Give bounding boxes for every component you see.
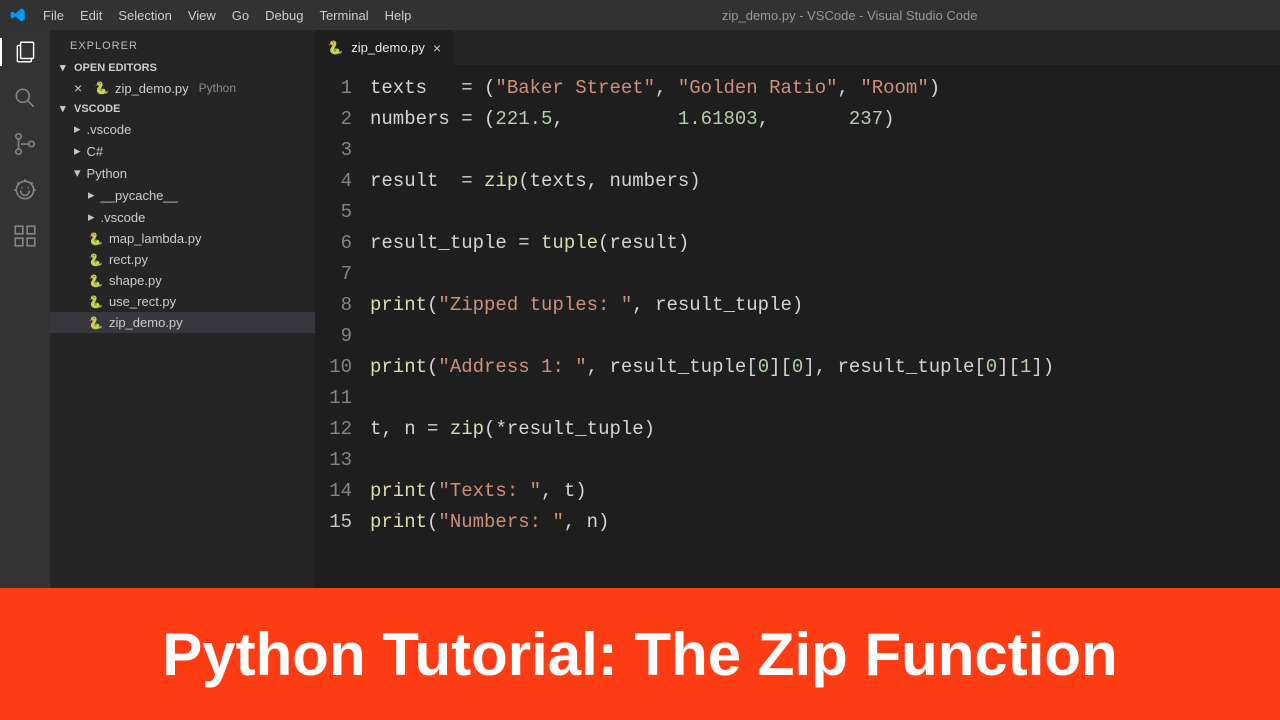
code-editor[interactable]: 1 2 3 4 5 6 7 8 9 10 11 12 13 14 15 text… <box>315 65 1280 588</box>
python-file-icon: 🐍 <box>327 40 343 56</box>
folder-vscode-sub[interactable]: ▸.vscode <box>50 206 315 228</box>
line-gutter: 1 2 3 4 5 6 7 8 9 10 11 12 13 14 15 <box>315 73 370 588</box>
main-area: EXPLORER ▾OPEN EDITORS × 🐍 zip_demo.py P… <box>0 30 1280 588</box>
banner-title: Python Tutorial: The Zip Function <box>162 620 1117 689</box>
file-use-rect[interactable]: 🐍use_rect.py <box>50 291 315 312</box>
menu-edit[interactable]: Edit <box>72 8 110 23</box>
code-content[interactable]: texts = ("Baker Street", "Golden Ratio",… <box>370 73 1280 588</box>
menu-bar: File Edit Selection View Go Debug Termin… <box>35 8 419 23</box>
menu-help[interactable]: Help <box>377 8 420 23</box>
explorer-icon[interactable] <box>0 38 50 66</box>
activity-bar <box>0 30 50 588</box>
extensions-icon[interactable] <box>11 222 39 250</box>
python-file-icon: 🐍 <box>88 253 103 267</box>
folder-python[interactable]: ▾Python <box>50 162 315 184</box>
search-icon[interactable] <box>11 84 39 112</box>
tab-zip-demo[interactable]: 🐍 zip_demo.py × <box>315 30 454 65</box>
vscode-window: File Edit Selection View Go Debug Termin… <box>0 0 1280 720</box>
python-file-icon: 🐍 <box>88 295 103 309</box>
file-rect[interactable]: 🐍rect.py <box>50 249 315 270</box>
menu-selection[interactable]: Selection <box>110 8 179 23</box>
file-shape[interactable]: 🐍shape.py <box>50 270 315 291</box>
python-file-icon: 🐍 <box>94 81 109 95</box>
tab-label: zip_demo.py <box>351 40 425 55</box>
file-map-lambda[interactable]: 🐍map_lambda.py <box>50 228 315 249</box>
tutorial-banner: Python Tutorial: The Zip Function <box>0 588 1280 720</box>
explorer-header: EXPLORER <box>50 30 315 58</box>
python-file-icon: 🐍 <box>88 316 103 330</box>
file-zip-demo[interactable]: 🐍zip_demo.py <box>50 312 315 333</box>
folder-pycache[interactable]: ▸__pycache__ <box>50 184 315 206</box>
window-title: zip_demo.py - VSCode - Visual Studio Cod… <box>419 8 1280 23</box>
open-file-lang: Python <box>199 81 236 95</box>
titlebar: File Edit Selection View Go Debug Termin… <box>0 0 1280 30</box>
python-file-icon: 🐍 <box>88 274 103 288</box>
menu-view[interactable]: View <box>180 8 224 23</box>
python-file-icon: 🐍 <box>88 232 103 246</box>
folder-csharp[interactable]: ▸C# <box>50 140 315 162</box>
menu-file[interactable]: File <box>35 8 72 23</box>
open-editors-section[interactable]: ▾OPEN EDITORS <box>50 58 315 77</box>
close-icon[interactable]: × <box>433 40 441 56</box>
open-editor-item[interactable]: × 🐍 zip_demo.py Python <box>50 77 315 99</box>
menu-terminal[interactable]: Terminal <box>311 8 376 23</box>
editor-area: 🐍 zip_demo.py × 1 2 3 4 5 6 7 8 9 10 <box>315 30 1280 588</box>
editor-tabs: 🐍 zip_demo.py × <box>315 30 1280 65</box>
close-icon[interactable]: × <box>74 80 88 96</box>
menu-debug[interactable]: Debug <box>257 8 311 23</box>
workspace-section[interactable]: ▾VSCODE <box>50 99 315 118</box>
sidebar-explorer: EXPLORER ▾OPEN EDITORS × 🐍 zip_demo.py P… <box>50 30 315 588</box>
debug-icon[interactable] <box>11 176 39 204</box>
folder-vscode[interactable]: ▸.vscode <box>50 118 315 140</box>
vscode-logo-icon <box>0 7 35 23</box>
menu-go[interactable]: Go <box>224 8 257 23</box>
open-file-name: zip_demo.py <box>115 81 189 96</box>
source-control-icon[interactable] <box>11 130 39 158</box>
